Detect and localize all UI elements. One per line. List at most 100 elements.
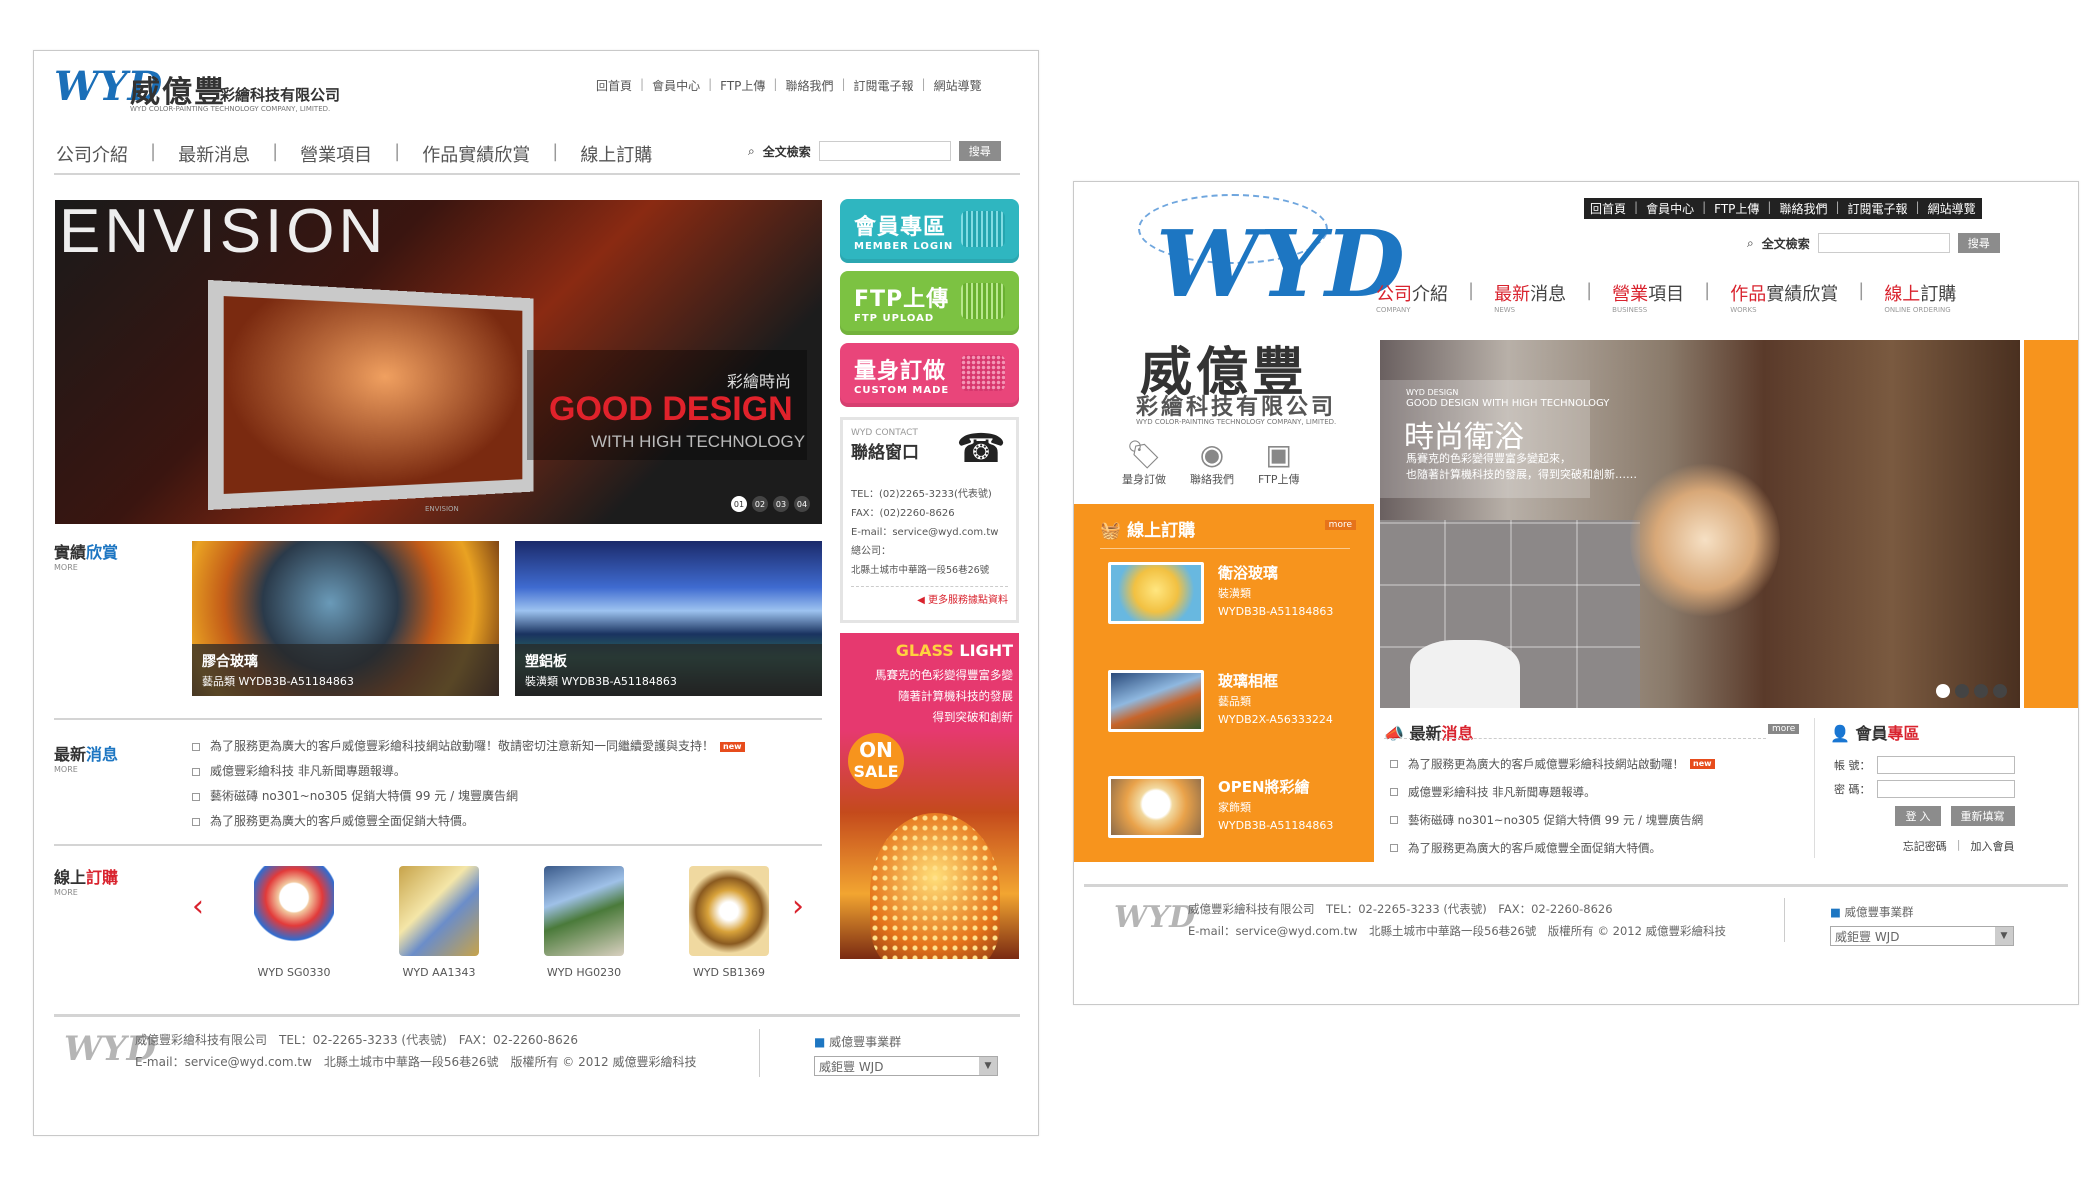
link-contact[interactable]: 聯絡我們 — [785, 77, 833, 94]
group-select[interactable]: 威鉅豐 WJD ▼ — [1830, 926, 2014, 946]
link-ftp[interactable]: FTP上傳 — [1714, 200, 1759, 217]
search-button[interactable]: 搜尋 — [958, 141, 1001, 161]
password-input[interactable] — [1876, 780, 2015, 798]
link-ftp[interactable]: FTP上傳 — [720, 77, 765, 94]
wyd-logo-mark[interactable]: WYD — [1156, 210, 1405, 318]
search-button[interactable]: 搜尋 — [1957, 233, 2000, 253]
link-newsletter[interactable]: 訂閱電子報 — [1848, 200, 1908, 217]
news-more-link[interactable]: more — [1768, 724, 1800, 734]
footer-line-1: 威億豐彩繪科技有限公司 TEL：02-2265-3233 (代表號) FAX：0… — [1188, 902, 1613, 916]
hero-page-3[interactable] — [1974, 684, 1988, 698]
nav-about[interactable]: 公司介紹 COMPANY — [1376, 280, 1448, 314]
order-item-name: 玻璃相框 — [1218, 672, 1279, 690]
carousel-prev-arrow[interactable]: ‹ — [192, 889, 204, 924]
product-item[interactable]: WYD AA1343 — [379, 866, 499, 979]
join-member-link[interactable]: 加入會員 — [1971, 838, 2015, 854]
order-more-link[interactable]: MORE — [54, 888, 78, 897]
quick-contact[interactable]: ◉ 聯絡我們 — [1190, 438, 1234, 487]
account-input[interactable] — [1876, 756, 2015, 774]
news-item[interactable]: 威億豐彩繪科技 非凡新聞專題報導。 — [192, 759, 745, 784]
product-item[interactable]: WYD SB1369 — [669, 866, 789, 979]
order-item[interactable]: OPEN將彩繪 家飾類 WYDB3B-A51184863 — [1108, 776, 1333, 838]
works-more-link[interactable]: MORE — [54, 563, 78, 572]
work-name: 膠合玻璃 — [202, 654, 258, 670]
promo-line-1: 馬賽克的色彩變得豐富多變 — [875, 668, 1013, 682]
glass-light-promo[interactable]: GLASS LIGHT 馬賽克的色彩變得豐富多變 隨著計算機科技的發展 得到突破… — [840, 633, 1019, 959]
footer-group-label: ■ 威億豐事業群 — [814, 1035, 902, 1049]
ftp-grid-icon — [961, 283, 1005, 319]
nav-order[interactable]: 線上訂購 ONLINE ORDERING — [1884, 280, 1956, 314]
hero-tag: 彩繪時尚 — [727, 372, 792, 391]
login-button[interactable]: 登 入 — [1895, 806, 1941, 826]
news-item[interactable]: 藝術磁磚 no301~no305 促銷大特價 99 元 / 塊豐廣告網 — [192, 784, 745, 809]
forgot-password-link[interactable]: 忘記密碼 — [1903, 838, 1947, 854]
hero-page-1[interactable] — [1936, 684, 1950, 698]
member-section-title: 👤 會員專區 — [1830, 724, 1920, 743]
product-item[interactable]: WYD SG0330 — [234, 866, 354, 979]
news-more-link[interactable]: MORE — [54, 765, 78, 774]
work-card-laminated-glass[interactable]: 膠合玻璃 藝品類 WYDB3B-A51184863 — [192, 541, 499, 696]
news-item[interactable]: 藝術磁磚 no301~no305 促銷大特價 99 元 / 塊豐廣告網 — [1390, 806, 1715, 834]
hero-page-4[interactable] — [1993, 684, 2007, 698]
more-locations-link[interactable]: ◀ 更多服務據點資料 — [851, 586, 1008, 606]
link-sitemap[interactable]: 網站導覽 — [934, 77, 982, 94]
link-contact[interactable]: 聯絡我們 — [1779, 200, 1827, 217]
hero-banner[interactable]: WYD DESIGN GOOD DESIGN WITH HIGH TECHNOL… — [1380, 340, 2020, 708]
quick-custom[interactable]: 🏷 量身訂做 — [1122, 438, 1166, 487]
basket-icon: 🧺 — [1100, 521, 1122, 541]
nav-services[interactable]: 營業項目 — [300, 141, 372, 167]
search-input[interactable] — [818, 141, 951, 161]
hero-page-2[interactable]: 02 — [752, 496, 768, 512]
link-newsletter[interactable]: 訂閱電子報 — [854, 77, 914, 94]
order-more-link[interactable]: more — [1324, 520, 1356, 530]
nav-about[interactable]: 公司介紹 — [56, 141, 128, 167]
quick-ftp[interactable]: ▣ FTP上傳 — [1258, 438, 1300, 487]
footer-divider — [1084, 884, 2068, 887]
work-card-caption: 膠合玻璃 藝品類 WYDB3B-A51184863 — [192, 644, 499, 696]
hero-page-3[interactable]: 03 — [773, 496, 789, 512]
footer-group-selector: ■ 威億豐事業群 威鉅豐 WJD ▼ — [814, 1033, 998, 1076]
link-home[interactable]: 回首頁 — [596, 77, 632, 94]
footer-group-label: ■ 威億豐事業群 — [1830, 905, 1914, 919]
telephone-icon: ☎ — [956, 426, 1006, 472]
carousel-next-arrow[interactable]: › — [792, 889, 804, 924]
order-item[interactable]: 衛浴玻璃 裝潢類 WYDB3B-A51184863 — [1108, 562, 1333, 624]
nav-works[interactable]: 作品實績欣賞 — [422, 141, 530, 167]
order-item[interactable]: 玻璃相框 藝品類 WYDB2X-A56333224 — [1108, 670, 1333, 732]
search-input[interactable] — [1817, 233, 1950, 253]
product-item[interactable]: WYD HG0230 — [524, 866, 644, 979]
nav-services[interactable]: 營業項目 BUSINESS — [1612, 280, 1684, 314]
link-member-center[interactable]: 會員中心 — [652, 77, 700, 94]
work-card-aluminum-board[interactable]: 塑鋁板 裝潢類 WYDB3B-A51184863 — [515, 541, 822, 696]
nav-news[interactable]: 最新消息 — [178, 141, 250, 167]
news-item[interactable]: 為了服務更為廣大的客戶威億豐全面促銷大特價。 — [192, 809, 745, 834]
link-member-center[interactable]: 會員中心 — [1646, 200, 1694, 217]
hero-en-small: WYD DESIGN — [1406, 388, 1459, 397]
product-code: WYD SB1369 — [692, 966, 766, 979]
contact-email[interactable]: E-mail：service@wyd.com.tw — [851, 523, 1008, 542]
nav-news[interactable]: 最新消息 NEWS — [1494, 280, 1566, 314]
link-sitemap[interactable]: 網站導覽 — [1928, 200, 1976, 217]
hero-page-2[interactable] — [1955, 684, 1969, 698]
hero-banner[interactable]: ENVISION ENVISION 彩繪時尚 GOOD DESIGN WITH … — [55, 200, 822, 524]
group-select[interactable]: 威鉅豐 WJD ▼ — [814, 1056, 998, 1076]
work-name: 塑鋁板 — [525, 654, 567, 670]
news-item[interactable]: 為了服務更為廣大的客戶威億豐彩繪科技網站啟動囉！敬請密切注意新知一同繼續愛護與支… — [192, 734, 745, 759]
hero-page-4[interactable]: 04 — [794, 496, 810, 512]
chevron-down-icon: ▼ — [1995, 927, 2013, 945]
panel-vertical-divider — [1814, 718, 1815, 858]
news-item[interactable]: 威億豐彩繪科技 非凡新聞專題報導。 — [1390, 778, 1715, 806]
news-item[interactable]: 為了服務更為廣大的客戶威億豐全面促銷大特價。 — [1390, 834, 1715, 862]
custom-made-button[interactable]: 量身訂做 CUSTOM MADE — [840, 343, 1019, 407]
hero-page-1[interactable]: 01 — [731, 496, 747, 512]
section-divider — [54, 718, 822, 720]
nav-order[interactable]: 線上訂購 — [580, 141, 652, 167]
new-badge: new — [1690, 759, 1715, 769]
member-login-button[interactable]: 會員專區 MEMBER LOGIN — [840, 199, 1019, 263]
link-home[interactable]: 回首頁 — [1590, 200, 1626, 217]
reset-button[interactable]: 重新填寫 — [1950, 806, 2015, 826]
nav-works[interactable]: 作品實績欣賞 WORKS — [1730, 280, 1838, 314]
news-item[interactable]: 為了服務更為廣大的客戶威億豐彩繪科技網站啟動囉！ new — [1390, 750, 1715, 778]
ftp-upload-button[interactable]: FTP上傳 FTP UPLOAD — [840, 271, 1019, 335]
hero-brand-text: ENVISION — [59, 200, 388, 266]
